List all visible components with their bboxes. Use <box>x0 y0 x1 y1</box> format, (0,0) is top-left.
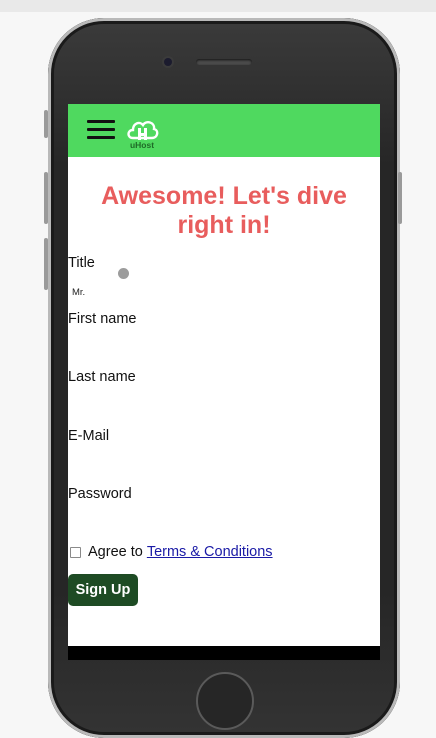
signup-button[interactable]: Sign Up <box>68 574 138 606</box>
hamburger-icon[interactable] <box>87 118 115 142</box>
logo-text: uHost <box>130 140 154 150</box>
phone-volume-up <box>44 172 48 224</box>
cloud-logo-icon[interactable]: uHost <box>124 114 160 150</box>
email-field[interactable] <box>68 447 372 469</box>
browser-top-strip <box>0 0 436 12</box>
phone-power-button <box>398 172 402 224</box>
title-radio[interactable] <box>118 268 129 279</box>
title-option-label: Mr. <box>72 287 86 298</box>
phone-screen: uHost Awesome! Let's dive right in! Titl… <box>68 104 380 660</box>
password-label: Password <box>68 486 132 502</box>
last-name-field[interactable] <box>68 388 372 410</box>
navbar: uHost <box>68 104 380 157</box>
home-button[interactable] <box>196 672 254 730</box>
terms-link[interactable]: Terms & Conditions <box>147 544 273 560</box>
last-name-label: Last name <box>68 369 136 385</box>
agree-row: Agree to Terms & Conditions <box>70 544 273 560</box>
hero-title-line2: right in! <box>177 211 271 239</box>
agree-text: Agree to <box>88 544 143 560</box>
password-field[interactable] <box>68 505 372 527</box>
hero-title: Awesome! Let's dive right in! <box>68 182 380 240</box>
phone-mute-switch <box>44 110 48 138</box>
phone-volume-down <box>44 238 48 290</box>
screen-bottom-bar <box>68 646 380 660</box>
hero-title-line1: Awesome! Let's dive <box>101 182 347 210</box>
first-name-field[interactable] <box>68 330 372 352</box>
front-camera <box>164 58 172 66</box>
title-label: Title <box>68 255 95 271</box>
earpiece-speaker <box>196 59 252 65</box>
agree-checkbox[interactable] <box>70 546 81 558</box>
first-name-label: First name <box>68 311 137 327</box>
email-label: E-Mail <box>68 428 110 444</box>
